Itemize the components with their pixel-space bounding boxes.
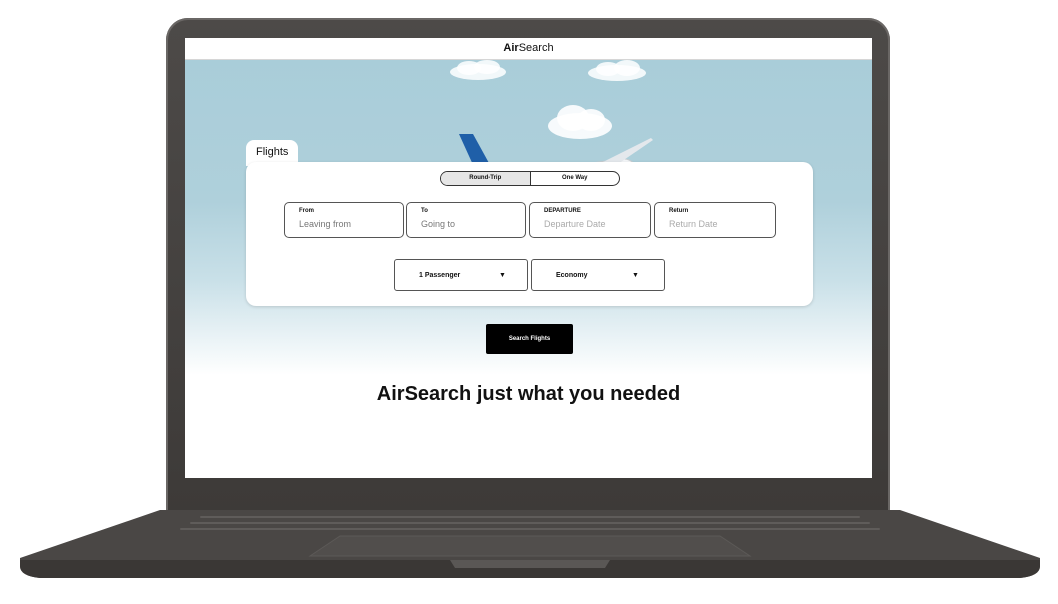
caret-down-icon: ▼	[499, 272, 506, 279]
cabin-class-value: Economy	[556, 272, 588, 279]
from-label: From	[299, 208, 314, 214]
return-date-field[interactable]: Return Return Date	[654, 202, 776, 238]
laptop-screen: AirSearch Flights Round-Trip One Way Fro…	[185, 38, 872, 478]
from-field[interactable]: From Leaving from	[284, 202, 404, 238]
to-placeholder: Going to	[421, 219, 456, 229]
from-placeholder: Leaving from	[299, 219, 352, 229]
departure-placeholder: Departure Date	[544, 219, 606, 229]
brand-name-rest[interactable]: Search	[519, 42, 554, 54]
to-label: To	[421, 208, 428, 214]
round-trip-option[interactable]: Round-Trip	[441, 172, 531, 185]
search-flights-button[interactable]: Search Flights	[486, 324, 573, 354]
passenger-value: 1 Passenger	[419, 272, 461, 279]
one-way-option[interactable]: One Way	[531, 172, 620, 185]
tagline: AirSearch just what you needed	[376, 383, 681, 405]
laptop-base	[20, 510, 1040, 580]
top-bar: AirSearch	[185, 38, 872, 60]
caret-down-icon: ▼	[632, 272, 639, 279]
trip-type-toggle: Round-Trip One Way	[440, 171, 620, 186]
passenger-select[interactable]: 1 Passenger ▼	[394, 259, 528, 291]
departure-date-field[interactable]: DEPARTURE Departure Date	[529, 202, 651, 238]
cloud-icon	[588, 60, 646, 81]
cabin-class-select[interactable]: Economy ▼	[531, 259, 665, 291]
brand-name-bold[interactable]: Air	[503, 42, 518, 54]
to-field[interactable]: To Going to	[406, 202, 526, 238]
departure-label: DEPARTURE	[544, 208, 581, 214]
return-label: Return	[669, 208, 689, 214]
return-placeholder: Return Date	[669, 219, 718, 229]
cloud-icon	[450, 60, 506, 80]
